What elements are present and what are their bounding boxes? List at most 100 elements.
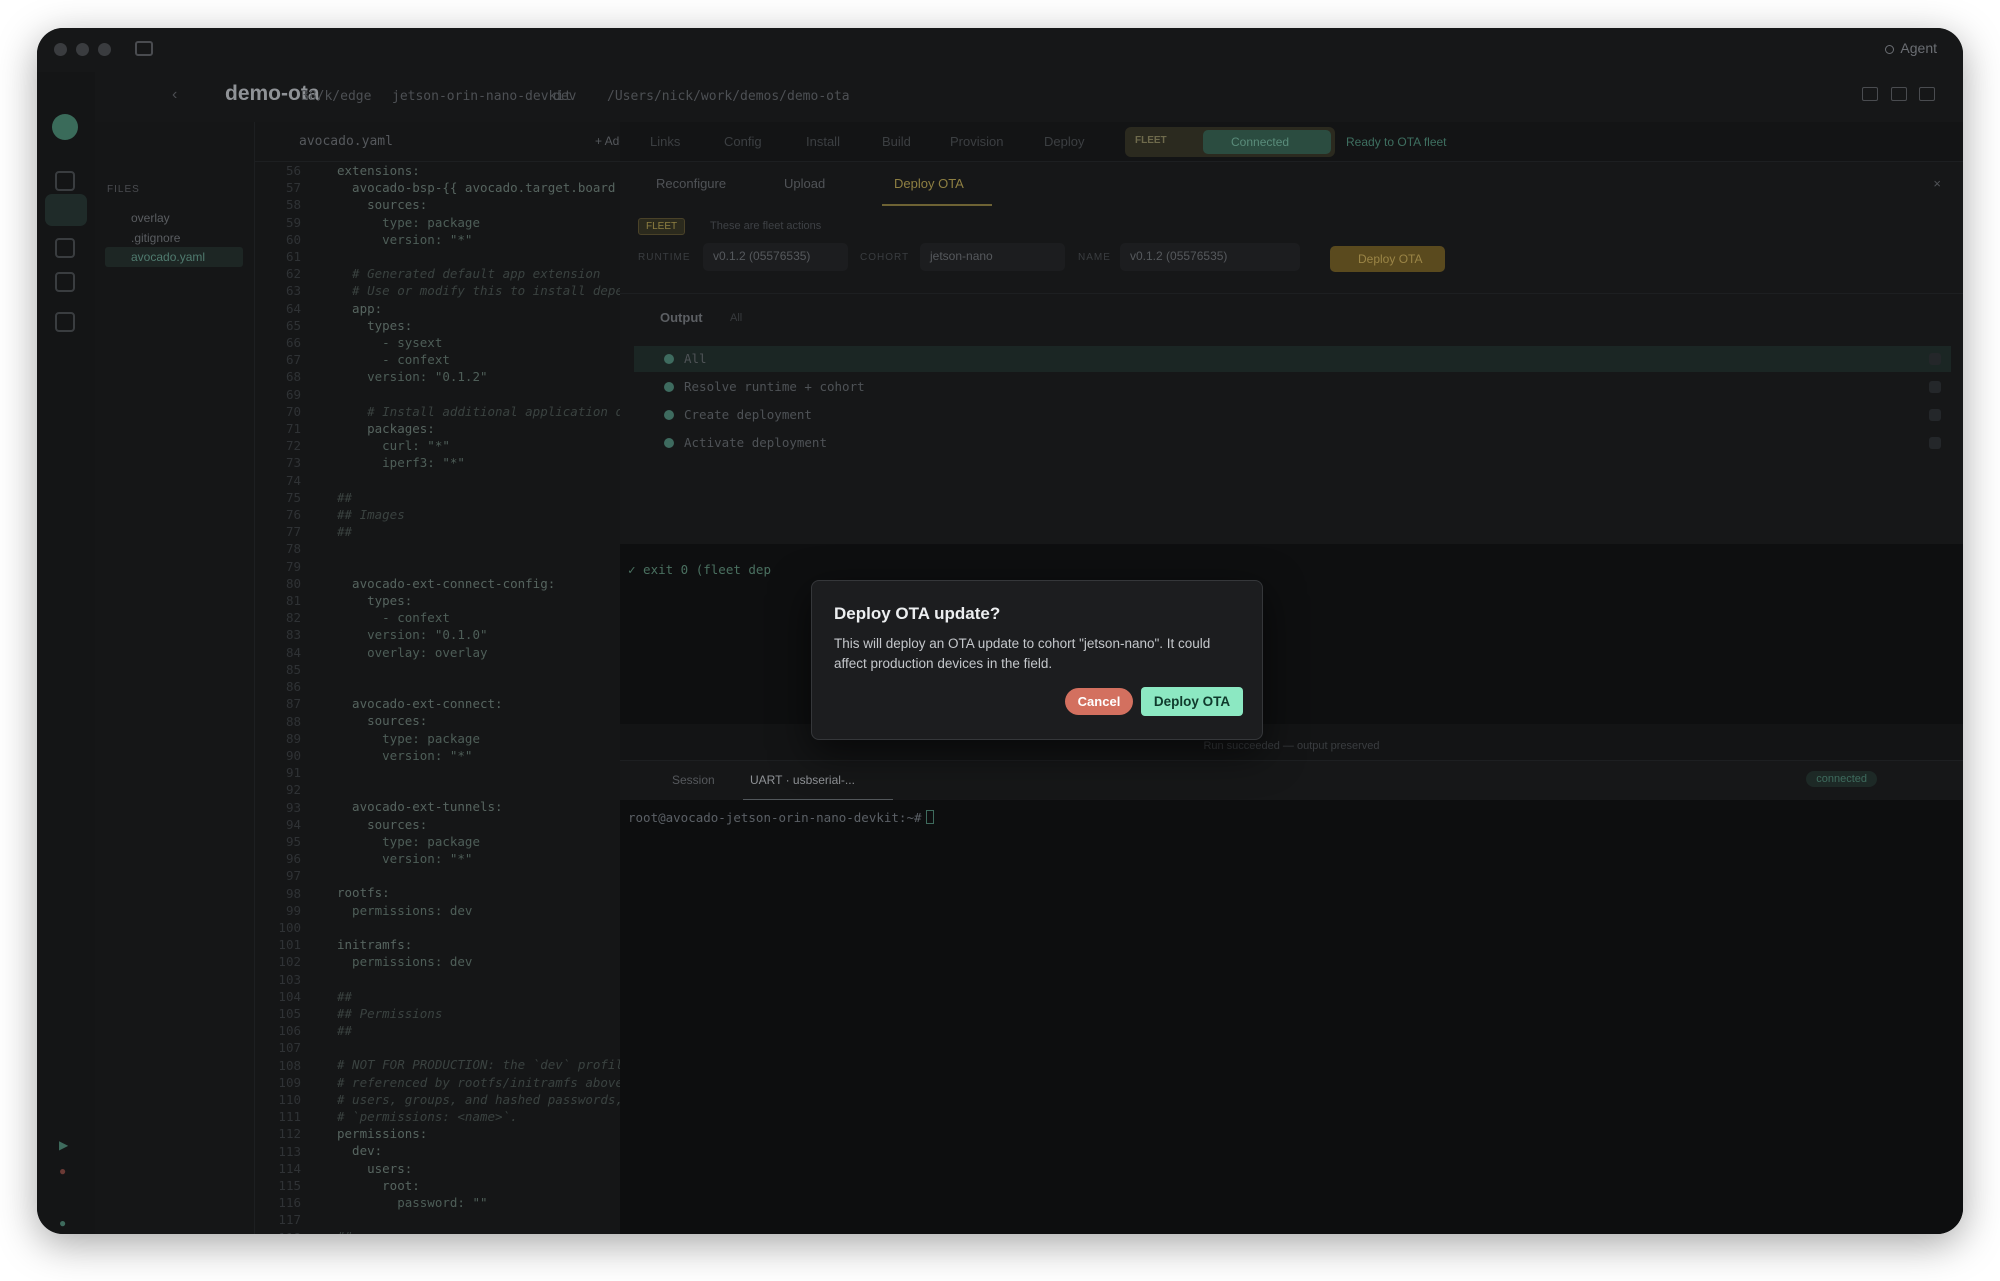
code-line[interactable]: - confext (337, 351, 620, 368)
code-line[interactable]: sources: (337, 816, 620, 833)
code-line[interactable]: sources: (337, 712, 620, 729)
confirm-deploy-button[interactable]: Deploy OTA (1141, 687, 1243, 716)
output-row[interactable]: Create deployment (634, 402, 1951, 428)
tab-deploy-ota[interactable]: Deploy OTA (894, 176, 964, 191)
code-lines[interactable]: extensions: avocado-bsp-{{ avocado.targe… (337, 162, 620, 1234)
code-line[interactable]: - sysext (337, 334, 620, 351)
fleet-pill[interactable]: FLEET Connected (1125, 127, 1335, 157)
code-line[interactable]: extensions: (337, 162, 620, 179)
code-line[interactable]: # Generated default app extension (337, 265, 620, 282)
code-line[interactable]: version: "*" (337, 850, 620, 867)
code-line[interactable]: sources: (337, 196, 620, 213)
window-icon[interactable] (1862, 87, 1878, 101)
cohort-select[interactable]: jetson-nano (920, 243, 1065, 271)
step-build[interactable]: Build (882, 134, 911, 149)
code-line[interactable]: packages: (337, 420, 620, 437)
cloud-icon[interactable] (55, 238, 75, 258)
name-field[interactable]: v0.1.2 (05576535) (1120, 243, 1300, 271)
code-line[interactable]: ## (337, 489, 620, 506)
code-line[interactable]: permissions: dev (337, 902, 620, 919)
layout-icon[interactable] (1891, 87, 1907, 101)
step-config[interactable]: Config (724, 134, 762, 149)
tab-upload[interactable]: Upload (784, 176, 825, 191)
code-line[interactable]: version: "0.1.0" (337, 626, 620, 643)
output-row[interactable]: Resolve runtime + cohort (634, 374, 1951, 400)
code-line[interactable] (337, 781, 620, 798)
close-window-button[interactable] (54, 43, 67, 56)
code-line[interactable]: users: (337, 1160, 620, 1177)
code-line[interactable]: ## (337, 988, 620, 1005)
file-item-gitignore[interactable]: .gitignore (105, 228, 243, 248)
file-item-avocado-yaml[interactable]: avocado.yaml (105, 247, 243, 267)
back-arrow-icon[interactable]: ‹ (172, 86, 177, 104)
code-line[interactable]: # referenced by rootfs/initramfs above. … (337, 1074, 620, 1091)
sidebar-toggle-icon[interactable] (135, 41, 153, 56)
code-line[interactable] (337, 867, 620, 884)
code-line[interactable] (337, 764, 620, 781)
step-provision[interactable]: Provision (950, 134, 1003, 149)
code-line[interactable]: ## (337, 1228, 620, 1234)
code-line[interactable] (337, 970, 620, 987)
code-line[interactable] (337, 1039, 620, 1056)
breadcrumb-org[interactable]: 38/k/edge (301, 89, 371, 104)
breadcrumb-profile[interactable]: dev (553, 89, 576, 104)
output-filter[interactable]: All (730, 312, 742, 324)
play-icon[interactable]: ▶ (59, 1138, 68, 1152)
code-line[interactable]: permissions: dev (337, 953, 620, 970)
code-line[interactable] (337, 661, 620, 678)
close-panel-icon[interactable]: × (1933, 176, 1941, 191)
code-line[interactable]: ## (337, 1022, 620, 1039)
edit-icon[interactable] (1919, 87, 1935, 101)
output-row[interactable]: All (634, 346, 1951, 372)
code-line[interactable]: version: "*" (337, 747, 620, 764)
output-title[interactable]: Output (660, 310, 703, 325)
tab-reconfigure[interactable]: Reconfigure (656, 176, 726, 191)
code-line[interactable]: overlay: overlay (337, 644, 620, 661)
code-line[interactable]: root: (337, 1177, 620, 1194)
code-line[interactable]: type: package (337, 833, 620, 850)
code-line[interactable]: # `permissions: <name>`. (337, 1108, 620, 1125)
code-line[interactable] (337, 1211, 620, 1228)
code-line[interactable]: types: (337, 592, 620, 609)
file-item-overlay[interactable]: overlay (105, 208, 243, 228)
agent-button[interactable]: Agent (1885, 40, 1937, 56)
code-line[interactable]: password: "" (337, 1194, 620, 1211)
code-line[interactable]: ## Permissions (337, 1005, 620, 1022)
code-line[interactable]: type: package (337, 214, 620, 231)
code-line[interactable]: curl: "*" (337, 437, 620, 454)
uart-tab[interactable]: UART · usbserial-... (750, 773, 855, 787)
code-line[interactable]: iperf3: "*" (337, 454, 620, 471)
code-line[interactable] (337, 472, 620, 489)
deploy-ota-action-button[interactable]: Deploy OTA (1330, 246, 1445, 272)
search-icon[interactable] (55, 312, 75, 332)
session-tab[interactable]: Session (672, 773, 715, 787)
code-line[interactable]: app: (337, 300, 620, 317)
code-line[interactable] (337, 386, 620, 403)
zoom-window-button[interactable] (98, 43, 111, 56)
output-row[interactable]: Activate deployment (634, 430, 1951, 456)
cube-icon[interactable] (55, 171, 75, 191)
step-links[interactable]: Links (650, 134, 680, 149)
code-line[interactable]: rootfs: (337, 884, 620, 901)
code-line[interactable]: dev: (337, 1142, 620, 1159)
code-line[interactable] (337, 558, 620, 575)
minimize-window-button[interactable] (76, 43, 89, 56)
editor-file-tab[interactable]: avocado.yaml (299, 134, 393, 149)
terminal-icon[interactable] (55, 272, 75, 292)
code-line[interactable]: types: (337, 317, 620, 334)
code-line[interactable]: # users, groups, and hashed passwords, t… (337, 1091, 620, 1108)
stop-icon[interactable]: ● (59, 1164, 66, 1178)
code-line[interactable]: # Install additional application depe (337, 403, 620, 420)
code-line[interactable] (337, 540, 620, 557)
code-line[interactable] (337, 678, 620, 695)
code-line[interactable]: avocado-ext-connect: (337, 695, 620, 712)
runtime-select[interactable]: v0.1.2 (05576535) (703, 243, 848, 271)
code-editor[interactable]: avocado.yaml + Add to app 56 57585960 6162… (255, 122, 663, 1234)
cancel-button[interactable]: Cancel (1065, 688, 1133, 715)
code-line[interactable]: initramfs: (337, 936, 620, 953)
code-line[interactable] (337, 919, 620, 936)
code-line[interactable]: version: "0.1.2" (337, 368, 620, 385)
breadcrumb-target[interactable]: jetson-orin-nano-devkit (392, 89, 572, 104)
code-line[interactable]: # NOT FOR PRODUCTION: the `dev` profile … (337, 1056, 620, 1073)
code-line[interactable]: permissions: (337, 1125, 620, 1142)
